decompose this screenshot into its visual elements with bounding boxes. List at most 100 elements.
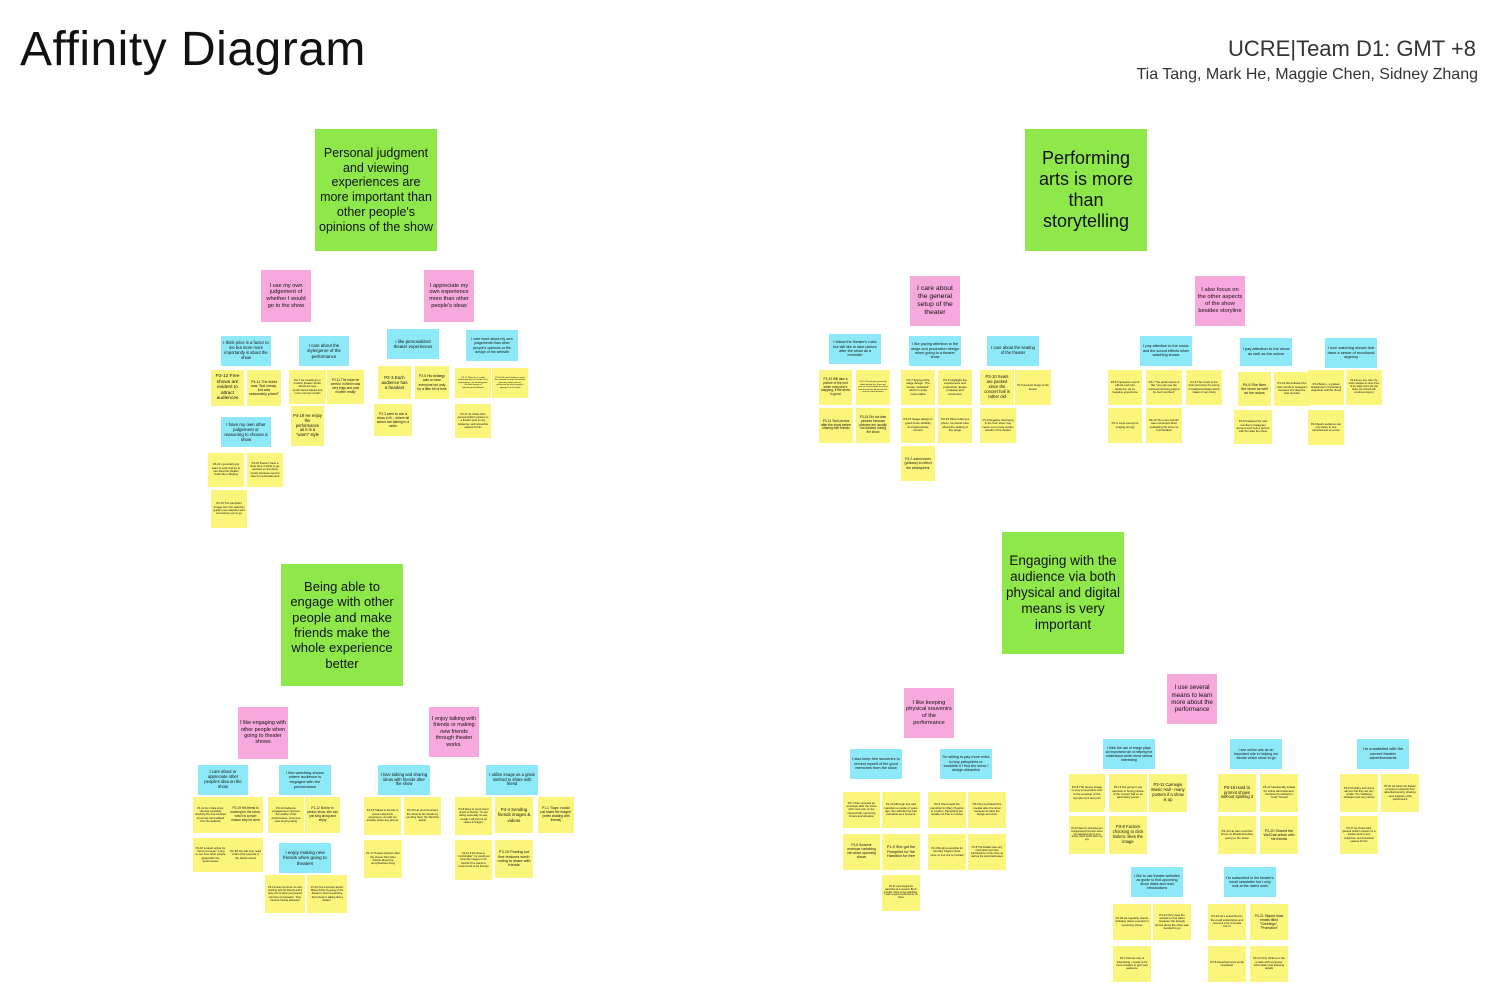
finding-note: I like paying attention to the stage and…: [909, 336, 961, 366]
quote-note: P1-6 Followed the cast member's Instagra…: [1234, 410, 1272, 444]
finding-note: I'm unsatisfied with the current theater…: [1357, 739, 1409, 769]
quote-note: P4-6 She likes the show as well as the a…: [1238, 372, 1271, 406]
quote-note: P4-10 If the show is "comfortable", he w…: [455, 840, 492, 880]
quote-note: P2-15 The pamphlet (image from the websi…: [211, 490, 247, 528]
quote-note: P3-15 Did not take pictures because pict…: [856, 408, 890, 443]
quote-note: P2-17 He thinks other general public's o…: [455, 404, 491, 438]
finding-note: I care about the style/genre of the perf…: [299, 336, 349, 366]
quote-note: P3-7 Enjoyed the stage design. The house…: [901, 370, 935, 405]
quote-note: P4-16 He wants the theater company to di…: [1381, 774, 1419, 812]
quote-note: P3-4 Bought a pamphlet for the Mary Popp…: [928, 834, 966, 870]
quote-note: P3-23 When taking a photo, he would care…: [938, 408, 972, 443]
quote-note: P3-11 Carnegie Music Hall - many posters…: [1149, 774, 1187, 812]
quote-note: P3-19 She followed the cast members Inst…: [1274, 372, 1310, 406]
quote-note: P4-16 Looked online for "word of mouse" …: [193, 838, 228, 872]
quote-note: P2-5 His strategy was to have everyone b…: [415, 366, 449, 399]
finding-note: I care about the seating of the theater: [987, 336, 1039, 366]
quote-note: P4-14 The photos generally taken before …: [856, 370, 890, 405]
theme-note: Being able to engage with other people a…: [281, 564, 403, 686]
quote-note: P4-14 Only used the website to find date…: [1153, 904, 1191, 940]
quote-note: P2-11 The show he went to in Berlin was …: [327, 370, 364, 404]
quote-note: P3-6 Souvenir envelope containing info a…: [843, 834, 880, 870]
quote-note: P3-8 Factors choosing to click Bolero: l…: [1109, 816, 1147, 854]
quote-note: P3-9 He purchased the booklet after the …: [968, 792, 1006, 828]
theme-note: Performing arts is more than storytellin…: [1025, 129, 1147, 251]
quote-note: P3-5 She bought the pamphlet for Mary Po…: [928, 792, 966, 828]
finding-note: I'm subscribed to the theater's email ne…: [1224, 867, 1276, 897]
finding-note: I think price is a factor to me but more…: [221, 336, 271, 366]
quote-note: P1-17 Posted pictures after the shows To…: [364, 840, 402, 878]
finding-note: I follow the theater's rules but still l…: [829, 334, 881, 364]
quote-note: P3-8 The booklet was very information an…: [968, 834, 1006, 870]
quote-note: P3-22 Only clicked on the emails with co…: [1250, 946, 1288, 982]
quote-note: P4-11 The ticket was "Not cheap, but was…: [247, 370, 281, 406]
quote-note: P3-3 Bolero - a gradual development of i…: [1308, 370, 1344, 405]
finding-note: I think the use of image plays an import…: [1103, 739, 1155, 769]
finding-note: I like watching shows where audience is …: [279, 765, 331, 795]
quote-note: P4-9 The music is the best part since it…: [1186, 370, 1222, 405]
quote-note: P2-14 He also read the show on WeChat be…: [1218, 816, 1256, 854]
quote-note: P3-13 Audience engagement improves the q…: [268, 797, 304, 833]
quote-note: P1-9 She got the Pamphlet for the Hamilt…: [882, 834, 920, 870]
quote-note: P1-8 Negative that being in the front sh…: [980, 408, 1016, 443]
finding-note: I care more about my own judgements than…: [466, 330, 518, 361]
finding-note: I see online ads as an important role in…: [1230, 739, 1282, 769]
quote-note: P4-7 The performance is like "you can se…: [1146, 370, 1182, 405]
quote-note: P4-2 warm tones (yellows) to reflect the…: [901, 446, 935, 481]
quote-note: P3-10 Seats are packed since the concert…: [980, 370, 1014, 405]
theme-note: Engaging with the audience via both phys…: [1002, 532, 1124, 654]
page-title: Affinity Diagram: [20, 23, 366, 76]
finding-note: I utilize image as a great method to sha…: [486, 765, 538, 795]
quote-note: P2-3 Each audience has a headset: [378, 366, 411, 399]
insight-note: I like engaging with other people when g…: [238, 707, 288, 759]
quote-note: P3-13 Not going to pay attention to bori…: [1109, 774, 1147, 812]
quote-note: P2-19 His friend is working for the show…: [228, 797, 263, 833]
finding-note: I pay attention to the music and the sou…: [1140, 336, 1192, 366]
quote-note: P1-16 One important aspect Mister thinks…: [307, 875, 347, 913]
finding-note: I'm willing to pay more extra to buy pam…: [940, 749, 992, 779]
quote-note: P1-12 But for in person show, she can ju…: [305, 797, 340, 833]
quote-note: P1-11 For online show, she was constantl…: [193, 797, 228, 833]
finding-note: I love watching shows that have a sense …: [1325, 338, 1377, 368]
quote-note: P3-4 The flower image is very provocativ…: [1069, 774, 1105, 812]
quote-note: P4-13 Talked to friends in person about …: [364, 797, 401, 835]
quote-note: P3-6 Advertisements email newsletter: [1208, 946, 1246, 982]
finding-note: I like personalized theater experiences: [387, 329, 439, 359]
insight-note: I appreciate my own experience more than…: [424, 270, 474, 322]
team-label: UCRE|Team D1: GMT +8: [1228, 36, 1476, 61]
quote-note: P3-12 Free shows are evident to attract …: [211, 370, 244, 406]
finding-note: I care about or appreciate other people'…: [198, 765, 248, 795]
quote-note: P4-8 Every time when the artist manages …: [1346, 370, 1382, 405]
quote-note: P4-4 Sending friends images & videos: [495, 797, 533, 833]
quote-note: P1-10 Although she saw Hamilton a couple…: [882, 792, 920, 828]
quote-note: P3-25 He regularly checks websites (twic…: [1113, 904, 1151, 940]
finding-note: I like to use theater websites as guide …: [1131, 867, 1183, 897]
quote-note: P1-2 Love everyone singing strong: [1108, 408, 1142, 443]
quote-note: P3-7 Narrow way of advertising - needs t…: [1113, 946, 1151, 982]
quote-note: P2-6 Each audience can only listen to on…: [1308, 410, 1344, 445]
quote-note: P3-15 Posting out fine features worth no…: [495, 840, 533, 878]
quote-note: P3-3 Highlight the experiences and produ…: [938, 370, 972, 405]
quote-note: P4-12 I just bought the pamphlet as a so…: [882, 875, 920, 911]
quote-note: P4-17 When he is really interested into …: [455, 368, 491, 398]
quote-note: P1-5 Acoustic design of the theater: [1015, 370, 1051, 405]
finding-note: I have my own other judgement or reasoni…: [221, 417, 271, 447]
quote-note: P3-19 Will take a picture of the end whe…: [819, 370, 852, 405]
finding-note: I also keep free souvenirs to remind mys…: [850, 749, 902, 779]
quote-note: P4-16 He don't bother to read the commen…: [492, 368, 528, 398]
quote-note: P3-23 He's subscribed to the email subsc…: [1208, 904, 1246, 940]
insight-note: I also focus on the other aspects of the…: [1195, 276, 1245, 326]
insight-note: I use several means to learn more about …: [1167, 674, 1217, 724]
quote-note: P2-18 He will only read critics (the exp…: [228, 838, 263, 872]
quote-note: P3-7 Also received an envelope after the…: [843, 792, 880, 828]
quote-note: P4-15 Hard to promot shows without spoil…: [1218, 774, 1256, 812]
theme-note: Personal judgment and viewing experience…: [315, 129, 437, 251]
quote-note: P2-20 Shared the WeChat article with his…: [1260, 816, 1298, 854]
quote-note: P1-16 Saw the advertisement image/poster…: [1069, 816, 1105, 854]
insight-note: I use my own judgement of whether I woul…: [261, 270, 311, 322]
quote-note: P2-17 He thinks other general public's o…: [1340, 816, 1378, 854]
quote-note: P4-21 I generally just want to work and …: [208, 453, 244, 487]
insight-note: I like keeping physical souvenirs of the…: [904, 688, 954, 738]
team-members: Tia Tang, Mark He, Maggie Chen, Sidney Z…: [1136, 66, 1478, 83]
quote-note: P3-15 Stage design is good show visibili…: [901, 408, 935, 443]
